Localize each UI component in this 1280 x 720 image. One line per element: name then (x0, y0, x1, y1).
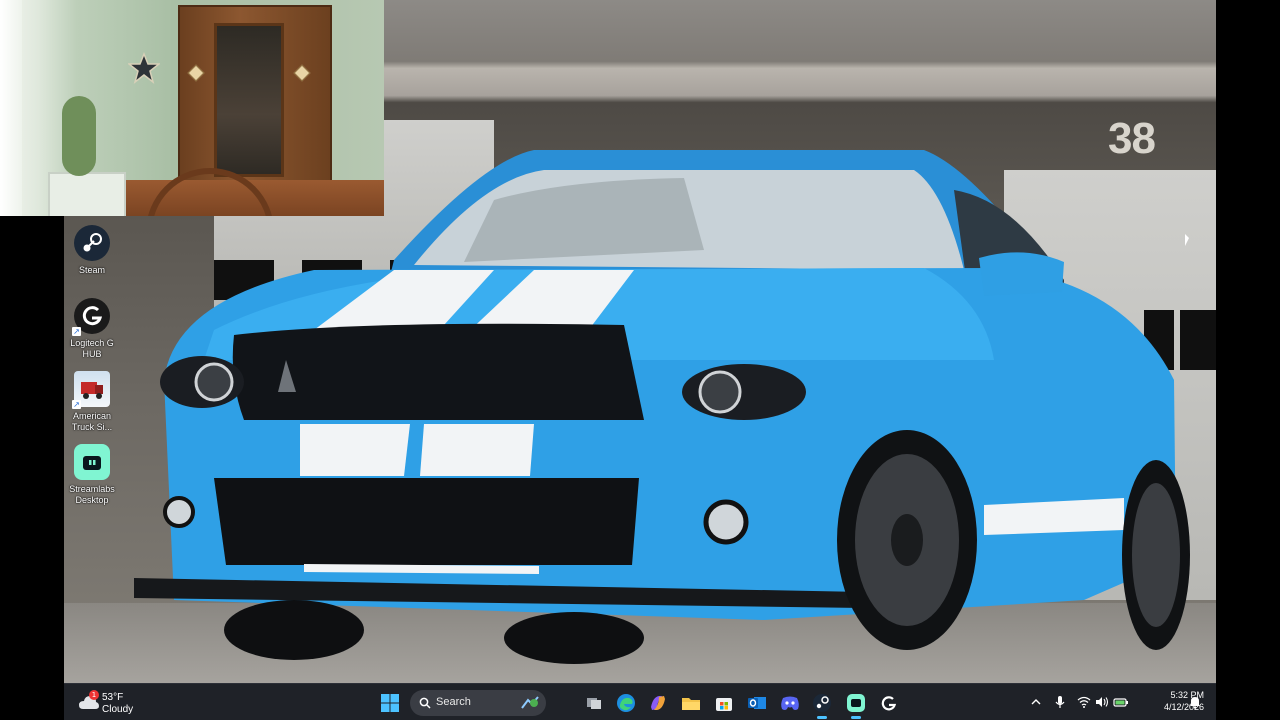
taskbar-logitech-g-hub[interactable] (875, 689, 903, 717)
volume-tray[interactable] (1093, 693, 1111, 711)
logitech-g-icon (881, 696, 897, 711)
taskbar-copilot[interactable] (644, 689, 672, 717)
desktop-icon-streamlabs-desktop[interactable]: Streamlabs Desktop (66, 444, 118, 506)
streamlabs-icon (74, 444, 110, 480)
show-hidden-icons-button[interactable] (1027, 693, 1045, 711)
steam-icon (813, 694, 831, 712)
wifi-tray[interactable] (1075, 693, 1093, 711)
taskbar-microsoft-store[interactable] (710, 689, 738, 717)
desktop-icon-steam[interactable]: Steam (66, 225, 118, 276)
taskbar: 1 53°F Cloudy Search 5:32 PM 4/12/2026 (64, 683, 1216, 720)
microsoft-store-icon (716, 698, 732, 711)
start-icon (381, 694, 399, 712)
desktop-icon-american-truck-simulator[interactable]: ↗ American Truck Si... (66, 371, 118, 433)
battery-tray[interactable] (1112, 693, 1130, 711)
taskbar-discord[interactable] (776, 689, 804, 717)
steam-icon (74, 225, 110, 261)
american-truck-simulator-icon: ↗ (72, 371, 110, 409)
taskbar-task-view[interactable] (580, 689, 608, 717)
widgets-icon (521, 696, 539, 709)
weather-condition: Cloudy (102, 704, 134, 715)
edge-icon (617, 694, 635, 712)
microphone-tray[interactable] (1051, 693, 1069, 711)
logitech-g-icon: ↗ (72, 298, 110, 336)
desktop-icon-label: American (72, 411, 111, 421)
outlook-icon (748, 697, 766, 709)
running-indicator (851, 716, 861, 719)
weather-badge: 1 (89, 690, 99, 700)
weather-widget[interactable]: 1 53°F Cloudy (78, 688, 158, 718)
taskbar-edge[interactable] (612, 689, 640, 717)
star-decoration-icon (128, 52, 160, 84)
volume-icon (1096, 697, 1109, 707)
copilot-icon (651, 696, 665, 710)
desktop-icon-label: Logitech G (70, 338, 114, 348)
webcam-overlay (0, 0, 384, 216)
wifi-icon (1077, 696, 1091, 708)
window-light (0, 0, 22, 216)
desktop-icon-label: HUB (82, 349, 102, 359)
microphone-icon (1055, 696, 1065, 708)
chevron-up-icon (1031, 699, 1041, 705)
taskbar-search[interactable]: Search (410, 690, 546, 716)
desktop-icon-label: Desktop (75, 495, 109, 505)
task-view-icon (587, 698, 601, 709)
desktop-icon-label: Steam (78, 265, 105, 275)
file-explorer-icon (682, 698, 700, 710)
desktop-icon-label: Streamlabs (69, 484, 115, 494)
plant (62, 96, 96, 176)
desktop-icon-logitech-g-hub[interactable]: ↗ Logitech G HUB (66, 298, 118, 360)
discord-icon (781, 696, 799, 710)
battery-charging-icon (1113, 698, 1128, 707)
running-indicator (817, 716, 827, 719)
taskbar-file-explorer[interactable] (677, 689, 705, 717)
search-icon (419, 697, 431, 709)
notification-bell-icon (1190, 697, 1200, 709)
taskbar-steam[interactable] (808, 689, 836, 719)
weather-temperature: 53°F (102, 692, 124, 703)
notifications-button[interactable] (1186, 693, 1204, 711)
mouse-cursor (1185, 234, 1189, 246)
start-button[interactable] (376, 689, 404, 717)
search-label: Search (436, 696, 471, 708)
desktop-icon-label: Truck Si... (71, 422, 113, 432)
streamlabs-icon (847, 694, 865, 712)
webcam-shelf (48, 172, 126, 216)
taskbar-outlook[interactable] (743, 689, 771, 717)
taskbar-streamlabs[interactable] (842, 689, 870, 719)
